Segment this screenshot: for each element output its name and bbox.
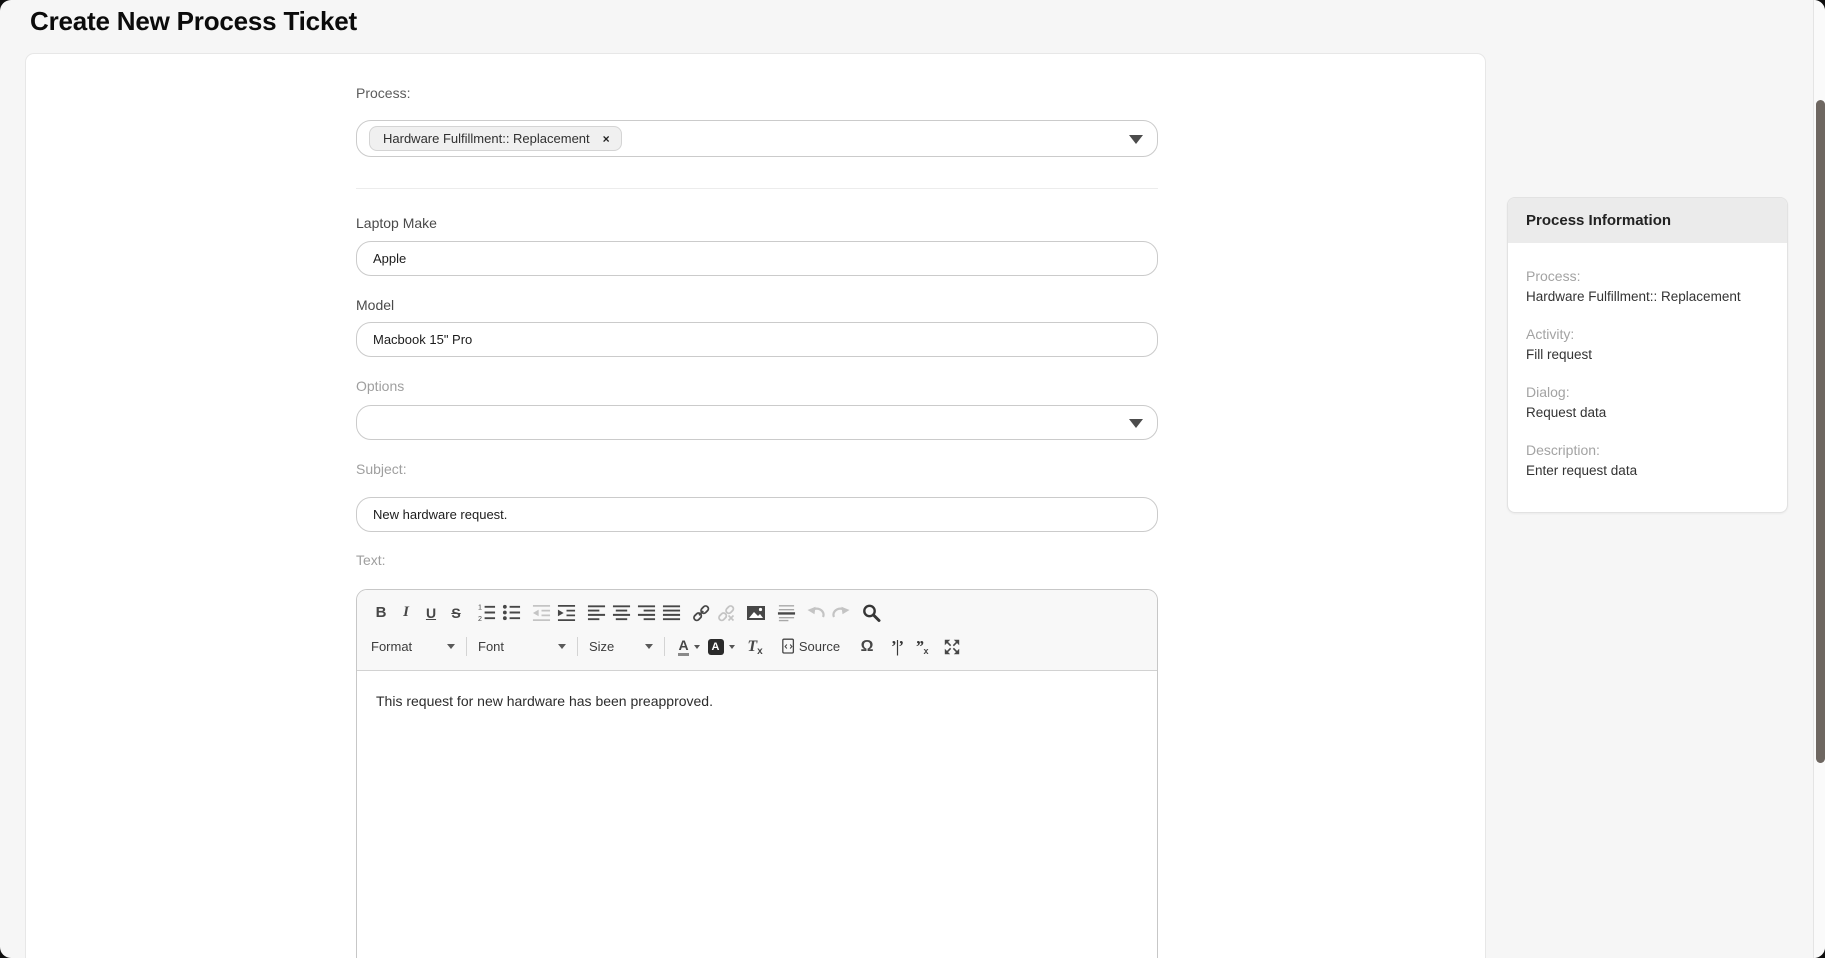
outdent-icon[interactable] (529, 601, 553, 625)
rich-text-editor: B I U S 12 (356, 589, 1158, 958)
source-icon (782, 638, 795, 655)
maximize-icon[interactable] (940, 635, 964, 659)
model-input[interactable] (356, 322, 1158, 357)
bold-icon[interactable]: B (369, 601, 393, 625)
align-center-icon[interactable] (609, 601, 633, 625)
scrollbar-thumb[interactable] (1816, 100, 1825, 763)
page-title: Create New Process Ticket (30, 6, 357, 37)
sidebar-item-activity-label: Activity: (1526, 326, 1769, 342)
toolbar-separator (466, 637, 467, 656)
sidebar-item-description-label: Description: (1526, 442, 1769, 458)
font-dropdown-label: Font (478, 639, 504, 654)
text-color-icon[interactable]: A (674, 635, 704, 659)
numbered-list-icon[interactable]: 12 (474, 601, 498, 625)
subject-label: Subject: (356, 461, 407, 477)
undo-icon[interactable] (804, 601, 828, 625)
process-selected-tag: Hardware Fulfillment:: Replacement × (369, 126, 622, 151)
underline-icon[interactable]: U (419, 601, 443, 625)
toolbar-separator (664, 637, 665, 656)
indent-icon[interactable] (554, 601, 578, 625)
sidebar-header: Process Information (1508, 198, 1787, 243)
toolbar-row-1: B I U S 12 (369, 597, 1145, 628)
size-dropdown-label: Size (589, 639, 614, 654)
chevron-down-icon (729, 645, 735, 649)
editor-toolbar: B I U S 12 (357, 590, 1157, 671)
text-label: Text: (356, 552, 386, 568)
options-select[interactable] (356, 405, 1158, 440)
font-dropdown[interactable]: Font (476, 635, 568, 659)
process-tag-label: Hardware Fulfillment:: Replacement (383, 131, 590, 146)
source-button[interactable]: Source (773, 635, 849, 659)
chevron-down-icon (645, 644, 653, 649)
svg-text:1: 1 (477, 604, 481, 612)
create-process-ticket-page: Create New Process Ticket Process: Hardw… (0, 0, 1825, 958)
remove-quote-icon[interactable]: ’’x (910, 635, 934, 659)
link-icon[interactable] (689, 601, 713, 625)
ticket-form-card: Process: Hardware Fulfillment:: Replacem… (25, 53, 1486, 958)
remove-tag-icon[interactable]: × (603, 133, 610, 145)
laptop-make-label: Laptop Make (356, 215, 437, 231)
editor-content-area[interactable]: This request for new hardware has been p… (357, 671, 1157, 958)
section-divider (356, 188, 1158, 189)
unlink-icon[interactable] (714, 601, 738, 625)
sidebar-item-process-label: Process: (1526, 268, 1769, 284)
laptop-make-input[interactable] (356, 241, 1158, 276)
source-button-label: Source (799, 639, 840, 654)
justify-icon[interactable] (659, 601, 683, 625)
process-select[interactable]: Hardware Fulfillment:: Replacement × (356, 120, 1158, 157)
redo-icon[interactable] (829, 601, 853, 625)
scrollbar-track[interactable] (1813, 0, 1825, 958)
options-label: Options (356, 378, 404, 394)
remove-format-icon[interactable]: Tx (743, 635, 767, 659)
image-icon[interactable] (744, 601, 768, 625)
sidebar-item-description-value: Enter request data (1526, 463, 1769, 478)
background-color-icon[interactable]: A (705, 635, 737, 659)
align-left-icon[interactable] (584, 601, 608, 625)
special-character-icon[interactable]: Ω (855, 635, 879, 659)
process-information-panel: Process Information Process: Hardware Fu… (1507, 197, 1788, 513)
bulleted-list-icon[interactable] (499, 601, 523, 625)
sidebar-body: Process: Hardware Fulfillment:: Replacem… (1508, 243, 1787, 512)
toolbar-row-2: Format Font Size (369, 631, 1145, 662)
strikethrough-icon[interactable]: S (444, 601, 468, 625)
italic-icon[interactable]: I (394, 601, 418, 625)
format-dropdown[interactable]: Format (369, 635, 457, 659)
sidebar-item-dialog-value: Request data (1526, 405, 1769, 420)
chevron-down-icon (1129, 419, 1143, 428)
search-icon[interactable] (859, 601, 883, 625)
split-quote-icon[interactable]: ’|’ (885, 635, 909, 659)
form-column: Process: Hardware Fulfillment:: Replacem… (356, 54, 1158, 958)
subject-input[interactable] (356, 497, 1158, 532)
svg-text:2: 2 (477, 615, 481, 622)
toolbar-separator (577, 637, 578, 656)
sidebar-item-dialog-label: Dialog: (1526, 384, 1769, 400)
chevron-down-icon (447, 644, 455, 649)
editor-text: This request for new hardware has been p… (376, 693, 713, 709)
align-right-icon[interactable] (634, 601, 658, 625)
sidebar-item-process-value: Hardware Fulfillment:: Replacement (1526, 289, 1769, 304)
process-label: Process: (356, 85, 410, 101)
horizontal-rule-icon[interactable] (774, 601, 798, 625)
format-dropdown-label: Format (371, 639, 412, 654)
chevron-down-icon (694, 645, 700, 649)
model-label: Model (356, 297, 394, 313)
chevron-down-icon (558, 644, 566, 649)
sidebar-item-activity-value: Fill request (1526, 347, 1769, 362)
chevron-down-icon (1129, 135, 1143, 144)
size-dropdown[interactable]: Size (587, 635, 655, 659)
